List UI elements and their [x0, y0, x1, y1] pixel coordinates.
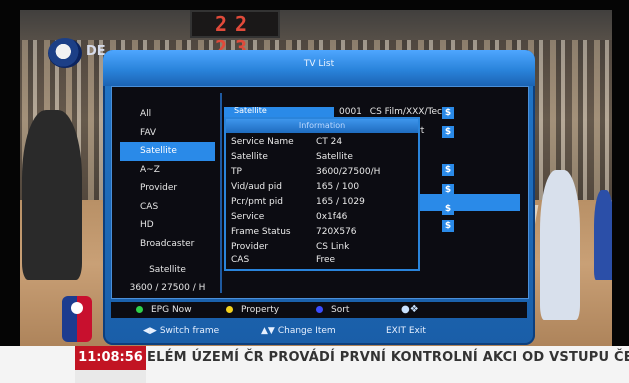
- yellow-key-icon: [226, 306, 233, 313]
- information-popup: Information Service Name CT 24 Satellite…: [224, 117, 420, 271]
- category-satellite[interactable]: Satellite: [120, 142, 215, 161]
- current-satellite: Satellite: [149, 265, 186, 275]
- nba-logo-icon: [62, 296, 92, 342]
- channel-number: 0001: [339, 107, 362, 117]
- change-item-label: Change Item: [277, 326, 336, 336]
- info-value: 0x1f46: [316, 212, 348, 222]
- tv-list-window: TV List All FAV Satellite A~Z Provider C…: [103, 50, 535, 345]
- info-key: Service: [231, 212, 265, 222]
- channel-logo-icon: [48, 38, 82, 68]
- scrambled-icon: $: [442, 164, 454, 176]
- left-right-arrow-icon: ◀▶: [143, 326, 157, 336]
- info-row: Satellite Satellite: [226, 152, 418, 167]
- change-item-hint[interactable]: ▲▼ Change Item: [261, 322, 336, 340]
- letterbox-top: [0, 0, 629, 10]
- property-label: Property: [241, 305, 280, 315]
- info-row: Service 0x1f46: [226, 212, 418, 227]
- info-value: Satellite: [316, 152, 353, 162]
- info-row: Frame Status 720X576: [226, 227, 418, 242]
- scrambled-icon: $: [442, 126, 454, 138]
- epg-now-hint[interactable]: EPG Now: [136, 302, 192, 318]
- letterbox-left: [0, 0, 20, 383]
- scoreboard: 22 23: [190, 10, 280, 60]
- info-value: 3600/27500/H: [316, 167, 381, 177]
- channel-name: CS Film/XXX/Tec: [369, 107, 442, 117]
- player-figure: [540, 170, 580, 320]
- info-key: TP: [231, 167, 242, 177]
- ticker-text: ELÉM ÚZEMÍ ČR PROVÁDÍ PRVNÍ KONTROLNÍ AK…: [147, 350, 629, 365]
- category-list: All FAV Satellite A~Z Provider CAS HD Br…: [120, 105, 215, 253]
- scrambled-icon: $: [442, 184, 454, 196]
- info-key: Pcr/pmt pid: [231, 197, 283, 207]
- blue-key-icon: [316, 306, 323, 313]
- switch-frame-label: Switch frame: [159, 326, 220, 336]
- info-key: Satellite: [231, 152, 268, 162]
- scrambled-icon: $: [442, 107, 454, 119]
- channel-row[interactable]: 0001 CS Film/XXX/Tec: [339, 107, 442, 117]
- category-all[interactable]: All: [120, 105, 215, 124]
- info-row: Service Name CT 24: [226, 137, 418, 152]
- category-provider[interactable]: Provider: [120, 179, 215, 198]
- selected-channel-highlight[interactable]: [417, 194, 520, 211]
- player-figure: [22, 110, 82, 280]
- info-value: 165 / 1029: [316, 197, 365, 207]
- info-key: CAS: [231, 255, 250, 265]
- list-panel: All FAV Satellite A~Z Provider CAS HD Br…: [111, 86, 529, 299]
- green-key-icon: [136, 306, 143, 313]
- information-title: Information: [226, 119, 418, 133]
- column-divider: [220, 93, 222, 293]
- search-icon[interactable]: ●​❖: [401, 304, 419, 315]
- category-hd[interactable]: HD: [120, 216, 215, 235]
- info-value: CS Link: [316, 242, 350, 252]
- info-row: TP 3600/27500/H: [226, 167, 418, 182]
- info-value: 165 / 100: [316, 182, 360, 192]
- color-key-bar: EPG Now Property Sort ●​❖: [111, 302, 527, 318]
- news-ticker: 11:08:56 ELÉM ÚZEMÍ ČR PROVÁDÍ PRVNÍ KON…: [0, 346, 629, 383]
- current-transponder: 3600 / 27500 / H: [129, 283, 206, 293]
- info-key: Provider: [231, 242, 269, 252]
- info-value: Free: [316, 255, 336, 265]
- player-figure: [594, 190, 614, 280]
- category-fav[interactable]: FAV: [120, 124, 215, 143]
- info-key: Vid/aud pid: [231, 182, 282, 192]
- info-value: CT 24: [316, 137, 343, 147]
- info-row: CAS Free: [226, 255, 418, 270]
- info-value: 720X576: [316, 227, 357, 237]
- category-cas[interactable]: CAS: [120, 198, 215, 217]
- sort-label: Sort: [331, 305, 350, 315]
- sort-hint[interactable]: Sort: [316, 302, 349, 318]
- letterbox-right: [612, 0, 629, 383]
- scrambled-icon: $: [442, 220, 454, 232]
- navigation-bar: ◀▶ Switch frame ▲▼ Change Item EXIT Exit: [111, 322, 527, 340]
- property-hint[interactable]: Property: [226, 302, 279, 318]
- window-title: TV List: [303, 59, 335, 69]
- epg-now-label: EPG Now: [151, 305, 192, 315]
- info-key: Frame Status: [231, 227, 291, 237]
- category-a-z[interactable]: A~Z: [120, 161, 215, 180]
- tv-screen: 22 23 DE TV List All FAV Satellite A~Z P…: [0, 0, 629, 383]
- exit-hint[interactable]: EXIT Exit: [386, 322, 426, 340]
- clock-base: [75, 370, 146, 383]
- info-row: Pcr/pmt pid 165 / 1029: [226, 197, 418, 212]
- switch-frame-hint[interactable]: ◀▶ Switch frame: [143, 322, 219, 340]
- title-bar: TV List: [103, 50, 535, 86]
- up-down-arrow-icon: ▲▼: [261, 326, 275, 336]
- info-row: Vid/aud pid 165 / 100: [226, 182, 418, 197]
- category-broadcaster[interactable]: Broadcaster: [120, 235, 215, 254]
- info-key: Service Name: [231, 137, 294, 147]
- satellite-tab[interactable]: Satellite: [224, 107, 334, 117]
- ticker-clock: 11:08:56: [75, 346, 146, 370]
- scrambled-icon: $: [442, 203, 454, 215]
